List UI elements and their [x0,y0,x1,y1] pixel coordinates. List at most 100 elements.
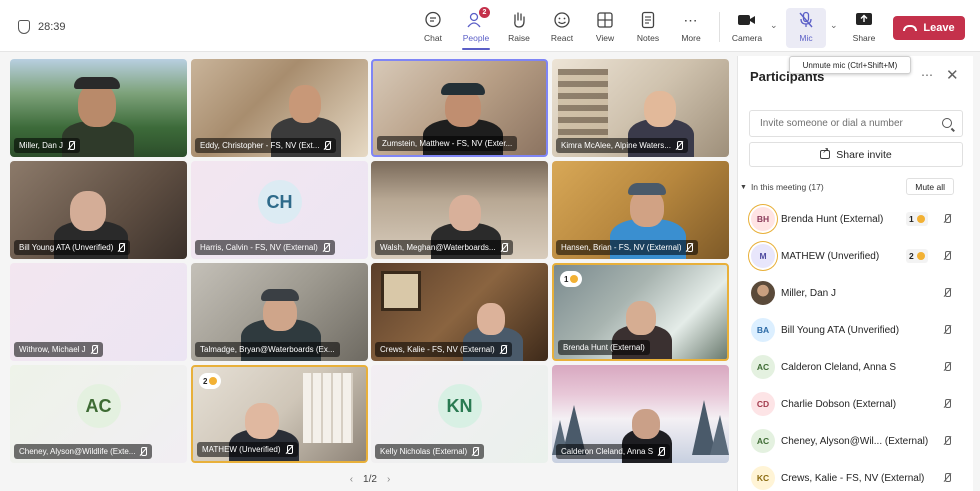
raised-hand-badge: 1 [906,212,928,226]
search-icon[interactable] [942,118,952,128]
video-feed [381,271,421,311]
participant-row[interactable]: BA Bill Young ATA (Unverified) [738,312,974,348]
view-button[interactable]: View [585,8,625,48]
mic-label: Mic [799,33,813,43]
video-feed [477,303,505,335]
video-tile[interactable]: Crews, Kalie - FS, NV (External) [371,263,548,361]
chat-label: Chat [424,33,442,43]
video-feed [303,373,353,443]
participant-row[interactable]: Miller, Dan J [738,275,974,311]
share-screen-icon [854,10,874,30]
camera-button[interactable]: Camera [727,8,767,48]
share-button[interactable]: Share [844,8,884,48]
mic-options-chevron-icon[interactable]: ⌄ [830,20,838,31]
participant-name-label: Calderon Cleland, Anna S [556,444,671,459]
mic-off-icon[interactable] [943,362,951,372]
video-tile[interactable]: 1 Brenda Hunt (External) [552,263,729,361]
teams-meeting-window: 28:39 Chat 2 People Raise React View Not… [0,0,980,491]
video-feed [261,289,299,301]
meeting-timer: 28:39 [18,20,66,34]
notes-button[interactable]: Notes [628,8,668,48]
hand-icon [209,377,218,385]
mic-tooltip: Unmute mic (Ctrl+Shift+M) [789,56,911,74]
more-options-icon[interactable]: ⋯ [921,68,934,82]
raised-hand-badge: 1 [560,271,583,287]
leave-button[interactable]: Leave [893,16,965,40]
mic-off-icon [90,344,98,355]
participant-name: Crews, Kalie - FS, NV (External) [781,472,925,484]
mic-off-icon[interactable] [943,214,951,224]
video-feed [558,69,608,139]
mic-off-icon[interactable] [943,436,951,446]
participant-name-label: Talmadge, Bryan@Waterboards (Ex... [195,342,340,357]
camera-label: Camera [731,33,763,43]
raise-hand-button[interactable]: Raise [499,8,539,48]
video-tile[interactable]: KN Kelly Nicholas (External) [371,365,548,463]
participant-name-label: Kimra McAlee, Alpine Waters... [556,138,688,153]
video-tile[interactable]: Eddy, Christopher - FS, NV (Ext... [191,59,368,157]
participant-name: Cheney, Alyson@Wil... (External) [781,435,929,447]
video-tile[interactable]: Miller, Dan J [10,59,187,157]
mic-off-icon[interactable] [943,251,951,261]
video-feed [632,409,660,439]
video-tile[interactable]: Bill Young ATA (Unverified) [10,161,187,259]
invite-input[interactable] [760,118,940,129]
participant-row[interactable]: AC Calderon Cleland, Anna S [738,349,974,385]
mic-off-icon[interactable] [943,288,951,298]
react-button[interactable]: React [542,8,582,48]
smiley-icon [552,10,572,30]
video-feed [626,301,656,335]
participant-name-label: Kelly Nicholas (External) [375,444,485,459]
video-tile[interactable]: Calderon Cleland, Anna S [552,365,729,463]
chat-button[interactable]: Chat [413,8,453,48]
video-feed [441,83,485,95]
mic-off-icon [323,140,332,151]
grid-pagination: ‹ 1/2 › [335,474,405,485]
video-tile[interactable]: Hansen, Brian - FS, NV (External) [552,161,729,259]
participant-name: Miller, Dan J [781,287,837,299]
camera-options-chevron-icon[interactable]: ⌄ [770,20,778,31]
chevron-left-icon[interactable]: ‹ [350,474,353,485]
video-tile[interactable]: Kimra McAlee, Alpine Waters... [552,59,729,157]
mic-off-icon [657,446,666,457]
meeting-timer-text: 28:39 [38,21,66,33]
people-button[interactable]: 2 People [456,7,496,50]
chevron-right-icon[interactable]: › [387,474,390,485]
mic-off-icon[interactable] [943,473,951,483]
invite-field[interactable] [749,110,963,137]
video-tile-active-speaker[interactable]: Zumstein, Matthew - FS, NV (Exter... [371,59,548,157]
video-tile[interactable]: Withrow, Michael J [10,263,187,361]
participant-row[interactable]: M MATHEW (Unverified) 2 [738,238,974,274]
mic-button[interactable]: Mic [786,8,826,48]
mic-off-icon [675,140,683,151]
avatar [751,281,775,305]
participant-name-label: Brenda Hunt (External) [558,340,650,355]
participant-name: Charlie Dobson (External) [781,398,897,410]
mic-off-icon[interactable] [943,399,951,409]
close-icon[interactable]: ✕ [946,66,959,84]
mic-off-icon[interactable] [943,325,951,335]
participant-row[interactable]: CD Charlie Dobson (External) [738,386,974,422]
participants-panel: Participants ⋯ ✕ Share invite ▼ In this … [737,56,973,491]
mute-all-button[interactable]: Mute all [906,178,954,195]
mic-off-icon [796,10,816,30]
video-tile[interactable]: Talmadge, Bryan@Waterboards (Ex... [191,263,368,361]
more-button[interactable]: ⋯ More [671,8,711,48]
share-invite-button[interactable]: Share invite [749,142,963,167]
participant-name: MATHEW (Unverified) [781,250,880,262]
video-tile[interactable]: AC Cheney, Alyson@Wildlife (Exte... [10,365,187,463]
video-tile[interactable]: CH Harris, Calvin - FS, NV (External) [191,161,368,259]
raised-hand-badge: 2 [199,373,222,389]
mic-off-icon [285,444,293,455]
meeting-toolbar: 28:39 Chat 2 People Raise React View Not… [0,0,980,52]
participant-row[interactable]: KC Crews, Kalie - FS, NV (External) [738,460,974,491]
mic-off-icon [685,242,694,253]
in-meeting-section-header[interactable]: ▼ In this meeting (17) Mute all [740,178,966,196]
raise-label: Raise [508,33,530,43]
video-tile[interactable]: Walsh, Meghan@Waterboards... [371,161,548,259]
participant-row[interactable]: BH Brenda Hunt (External) 1 [738,201,974,237]
video-tile[interactable]: 2 MATHEW (Unverified) [191,365,368,463]
avatar: KC [751,466,775,490]
participant-row[interactable]: AC Cheney, Alyson@Wil... (External) [738,423,974,459]
avatar: AC [751,355,775,379]
